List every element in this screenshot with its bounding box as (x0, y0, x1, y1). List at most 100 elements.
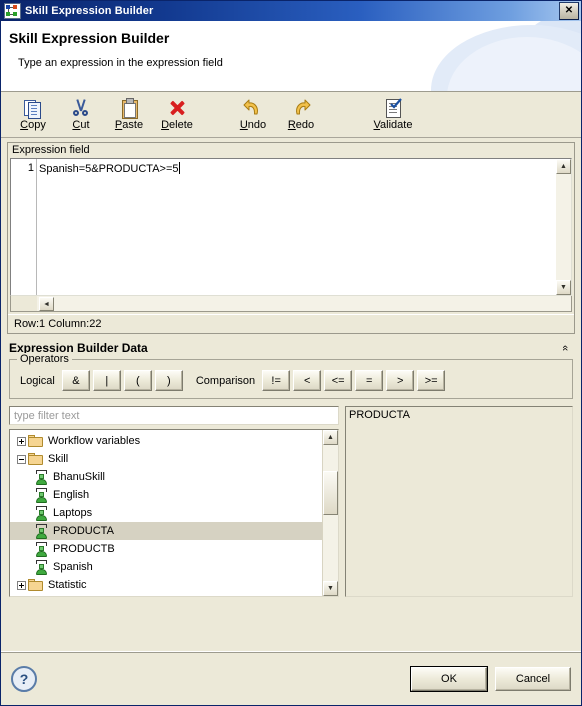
scroll-down-icon[interactable]: ▼ (556, 280, 571, 295)
tree-row[interactable]: English (10, 486, 322, 504)
horizontal-scroll-track[interactable] (54, 296, 571, 311)
title-bar: Skill Expression Builder ✕ (1, 1, 581, 21)
validate-button-label: Validate (373, 119, 413, 131)
variables-tree[interactable]: Workflow variables Skill BhanuSkill Engl… (9, 429, 339, 597)
paste-button[interactable]: Paste (105, 97, 153, 131)
tree-scroll-track-top[interactable] (323, 445, 338, 471)
expression-vertical-scrollbar[interactable]: ▲ ▼ (555, 159, 571, 295)
page-title: Skill Expression Builder (9, 30, 170, 46)
ok-button[interactable]: OK (410, 665, 488, 692)
operator-button-or[interactable]: | (92, 370, 121, 391)
tree-row[interactable]: BhanuSkill (10, 468, 322, 486)
data-panes: type filter text Workflow variables Skil… (9, 406, 573, 597)
filter-input[interactable]: type filter text (9, 406, 339, 425)
tree-row[interactable]: Spanish (10, 558, 322, 576)
expression-field-label: Expression field (12, 144, 90, 156)
tree-scroll-up-icon[interactable]: ▲ (323, 430, 338, 445)
tree-item-label: Workflow variables (48, 435, 141, 447)
operator-button-greater-than[interactable]: > (386, 370, 415, 391)
cut-button-label: Cut (72, 119, 90, 131)
operator-button-greater-equal[interactable]: >= (417, 370, 446, 391)
vertical-scroll-track[interactable] (556, 174, 571, 280)
tree-item-label: PRODUCTB (53, 543, 115, 555)
tree-row[interactable]: Statistic (10, 576, 322, 594)
folder-icon (28, 434, 44, 448)
expander-plus-icon[interactable] (14, 432, 28, 450)
cut-button[interactable]: Cut (57, 97, 105, 131)
logical-label: Logical (20, 374, 55, 387)
operator-button-not-equal[interactable]: != (262, 370, 291, 391)
tree-row[interactable]: Laptops (10, 504, 322, 522)
tree-item-label: BhanuSkill (53, 471, 105, 483)
copy-button[interactable]: Copy (9, 97, 57, 131)
operators-row: Logical & | ( ) Comparison != < <= = > >… (16, 370, 566, 391)
expander-plus-icon[interactable] (14, 576, 28, 594)
tree-scroll-thumb[interactable] (323, 471, 338, 515)
expression-toolbar: Copy Cut Paste Delete Undo Redo Validate (1, 92, 581, 138)
chevron-up-icon[interactable]: « (558, 340, 572, 356)
dialog-banner: Skill Expression Builder Type an express… (1, 21, 581, 92)
skill-icon (35, 487, 49, 503)
paste-button-label: Paste (114, 119, 144, 131)
redo-button[interactable]: Redo (277, 97, 325, 131)
skill-icon (35, 469, 49, 485)
folder-icon (28, 578, 44, 592)
operator-button-open-paren[interactable]: ( (123, 370, 152, 391)
delete-button[interactable]: Delete (153, 97, 201, 131)
tree-scroll-track-bottom[interactable] (323, 515, 338, 581)
delete-icon (167, 98, 187, 118)
skill-icon (35, 541, 49, 557)
validate-icon (383, 98, 403, 118)
details-text: PRODUCTA (345, 406, 573, 597)
tree-row[interactable]: Workflow variables (10, 432, 322, 450)
cancel-button[interactable]: Cancel (495, 666, 571, 691)
skill-icon (35, 505, 49, 521)
paste-icon (119, 98, 139, 119)
expander-minus-icon[interactable] (14, 450, 28, 468)
tree-scroll-down-icon[interactable]: ▼ (323, 581, 338, 596)
expression-editor[interactable]: 1 Spanish=5&PRODUCTA>=5 ▲ ▼ (10, 158, 572, 296)
tree-item-label: Statistic (48, 579, 87, 591)
operators-legend: Operators (17, 353, 72, 365)
copy-icon (23, 98, 43, 119)
expression-text-area[interactable]: Spanish=5&PRODUCTA>=5 (37, 159, 555, 295)
redo-arrow-icon (291, 98, 311, 118)
validate-button[interactable]: Validate (369, 97, 417, 131)
tree-items: Workflow variables Skill BhanuSkill Engl… (10, 430, 322, 596)
operator-button-equal[interactable]: = (355, 370, 384, 391)
folder-icon (28, 452, 44, 466)
tree-vertical-scrollbar[interactable]: ▲ ▼ (322, 430, 338, 596)
undo-button-label: Undo (239, 119, 267, 131)
operator-button-and[interactable]: & (61, 370, 90, 391)
operator-button-less-equal[interactable]: <= (324, 370, 353, 391)
redo-button-label: Redo (287, 119, 315, 131)
line-number-gutter: 1 (11, 159, 37, 295)
hscroll-gutter-spacer (11, 296, 37, 311)
scroll-left-icon[interactable]: ◄ (39, 297, 54, 311)
dialog-body: Copy Cut Paste Delete Undo Redo Validate… (1, 92, 581, 597)
comparison-label: Comparison (195, 374, 256, 387)
close-icon[interactable]: ✕ (559, 2, 579, 20)
skill-expression-builder-dialog: Skill Expression Builder ✕ Skill Express… (0, 0, 582, 706)
scroll-up-icon[interactable]: ▲ (556, 159, 571, 174)
page-subtitle: Type an expression in the expression fie… (18, 57, 223, 69)
operators-group: Operators Logical & | ( ) Comparison != … (9, 353, 573, 399)
operator-button-close-paren[interactable]: ) (154, 370, 183, 391)
tree-row-selected[interactable]: PRODUCTA (10, 522, 322, 540)
tree-row[interactable]: Skill (10, 450, 322, 468)
help-icon[interactable]: ? (11, 665, 37, 692)
undo-button[interactable]: Undo (229, 97, 277, 131)
tree-item-label: English (53, 489, 90, 501)
cursor-position-status: Row:1 Column:22 (8, 314, 574, 333)
dialog-footer: ? OK Cancel (1, 651, 581, 705)
expression-field-group: Expression field 1 Spanish=5&PRODUCTA>=5… (7, 142, 575, 334)
window-title: Skill Expression Builder (25, 5, 154, 17)
skill-icon (35, 523, 49, 539)
undo-arrow-icon (243, 98, 263, 118)
expression-horizontal-scrollbar[interactable]: ◄ (10, 296, 572, 312)
expression-text: Spanish=5&PRODUCTA>=5 (39, 163, 179, 175)
tree-row[interactable]: PRODUCTB (10, 540, 322, 558)
text-caret (178, 162, 180, 174)
operator-button-less-than[interactable]: < (293, 370, 322, 391)
cut-icon (71, 98, 91, 118)
